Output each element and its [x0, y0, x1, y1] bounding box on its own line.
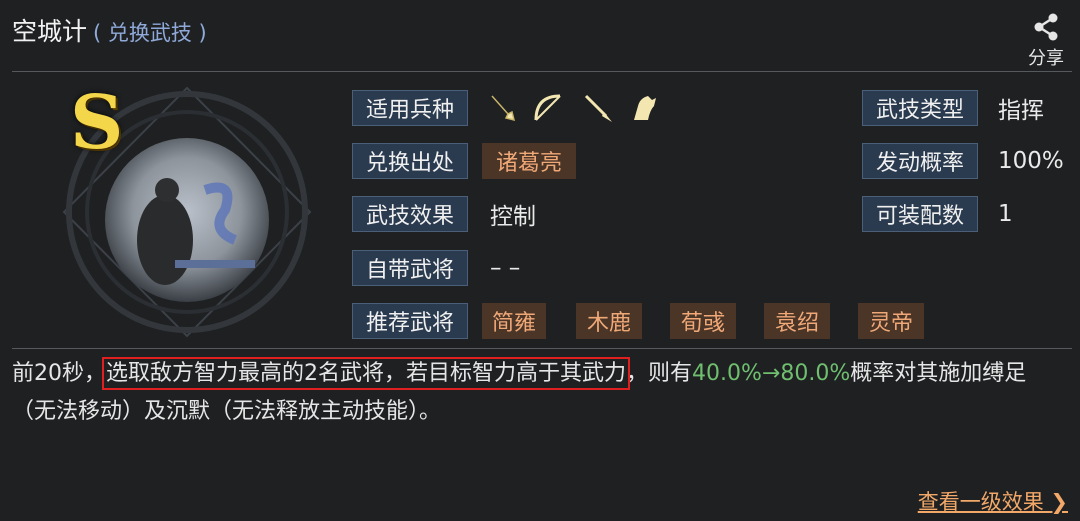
label-troops: 适用兵种: [352, 90, 468, 126]
body-divider: [12, 348, 1072, 349]
horse-icon: [634, 96, 656, 120]
header-divider: [12, 71, 1072, 72]
desc-middle: ，则有: [626, 361, 693, 386]
recommended-general-3[interactable]: 荀彧: [670, 303, 736, 339]
skill-description: 前20秒，选取敌方智力最高的2名武将，若目标智力高于其武力，则有40.0%→80…: [12, 355, 1062, 431]
bow-icon: [534, 94, 561, 121]
title-row: 空城计 ( 兑换武技 ): [12, 12, 207, 46]
label-type: 武技类型: [862, 90, 978, 126]
desc-prefix: 前20秒，: [12, 361, 106, 386]
rate-value: 100%: [998, 148, 1064, 174]
desc-probability: 40.0%→80.0%: [692, 361, 851, 386]
sword-icon: [491, 95, 516, 122]
label-general: 自带武将: [352, 250, 468, 286]
general-value: – –: [490, 255, 521, 281]
label-equip: 可装配数: [862, 196, 978, 232]
share-label: 分享: [1028, 48, 1064, 69]
desc-highlight: 选取敌方智力最高的2名武将，若目标智力高于其武力: [102, 357, 630, 390]
view-level1-effect-link[interactable]: 查看一级效果 ❯: [918, 486, 1068, 516]
share-icon: [1034, 13, 1058, 41]
recommended-general-1[interactable]: 简雍: [482, 303, 546, 339]
equip-value: 1: [998, 201, 1013, 227]
skill-subtitle: ( 兑换武技 ): [93, 21, 207, 45]
label-effect: 武技效果: [352, 196, 468, 232]
type-value: 指挥: [998, 98, 1044, 124]
spear-icon: [584, 94, 612, 122]
recommended-general-4[interactable]: 袁绍: [764, 303, 830, 339]
recommended-general-5[interactable]: 灵帝: [858, 303, 924, 339]
recommended-general-2[interactable]: 木鹿: [576, 303, 642, 339]
source-general-tag[interactable]: 诸葛亮: [482, 143, 576, 179]
label-recommend: 推荐武将: [352, 303, 468, 339]
grade-badge: S: [70, 80, 124, 166]
effect-value: 控制: [490, 204, 536, 230]
skill-title: 空城计: [12, 17, 88, 46]
share-button[interactable]: 分享: [1024, 12, 1068, 70]
label-source: 兑换出处: [352, 143, 468, 179]
label-rate: 发动概率: [862, 143, 978, 179]
